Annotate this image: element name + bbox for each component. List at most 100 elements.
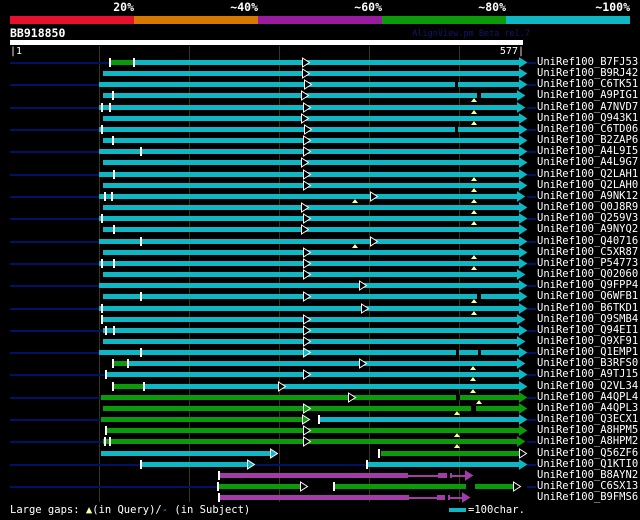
end-arrow-icon <box>517 90 526 102</box>
mid-arrow-icon <box>303 291 312 303</box>
hit-bar[interactable] <box>220 472 408 478</box>
leader-line <box>527 441 536 444</box>
hit-bar-thin[interactable] <box>450 497 462 500</box>
leader-line <box>10 419 101 422</box>
hit-label[interactable]: UniRef100_A9PIG1 <box>537 90 638 101</box>
end-arrow-icon <box>519 112 528 124</box>
leader-line <box>10 195 99 198</box>
end-arrow-icon <box>519 235 528 247</box>
hit-label[interactable]: UniRef100_Q40716 <box>537 235 638 247</box>
alignment-row: UniRef100_Q6WFB1 <box>0 291 640 304</box>
hit-bar[interactable] <box>381 450 519 456</box>
hit-bar[interactable] <box>220 495 409 501</box>
hit-label[interactable]: UniRef100_A8HPM2 <box>537 436 638 447</box>
hit-label[interactable]: UniRef100_B6TKD1 <box>537 302 638 314</box>
hit-bar[interactable] <box>217 484 301 490</box>
ruler-start-label: |1 <box>10 46 23 57</box>
hit-bar[interactable] <box>140 461 248 467</box>
ruler-end-label: 577| <box>499 46 524 57</box>
scale-segment <box>382 16 506 24</box>
hit-bar[interactable] <box>105 372 519 378</box>
hit-label[interactable]: UniRef100_A7NVD7 <box>537 101 638 113</box>
end-arrow-icon <box>517 269 526 280</box>
mid-arrow-icon <box>302 57 311 68</box>
alignment-row: UniRef100_A8HPM2 <box>0 436 640 449</box>
mid-arrow-icon <box>303 436 312 448</box>
gap-tick <box>113 325 115 335</box>
leader-line <box>10 173 99 176</box>
hit-bar[interactable] <box>99 283 519 289</box>
leader-line <box>527 486 536 489</box>
hit-bar[interactable] <box>103 115 519 121</box>
end-arrow-icon <box>519 347 528 359</box>
hit-bar[interactable] <box>127 361 517 367</box>
leader-line <box>527 240 536 243</box>
hit-label[interactable]: UniRef100_B9FMS6 <box>537 492 638 503</box>
subject-gap-dash <box>477 93 481 99</box>
hit-bar[interactable] <box>103 93 517 99</box>
mid-arrow-icon <box>303 425 312 437</box>
gap-tick <box>111 191 113 201</box>
hit-label[interactable]: UniRef100_Q2LAH1 <box>537 168 638 180</box>
gap-tick <box>112 136 114 146</box>
gap-tick <box>112 91 114 101</box>
hit-bar[interactable] <box>113 361 127 367</box>
alignment-row: UniRef100_B6TKD1 <box>0 302 640 315</box>
hit-bar[interactable] <box>101 450 271 456</box>
hit-bar[interactable] <box>110 60 133 65</box>
leader-line <box>527 173 536 176</box>
hit-bar[interactable] <box>143 383 519 389</box>
hit-label[interactable]: UniRef100_A4L9G7 <box>537 157 638 168</box>
hit-bar[interactable] <box>99 238 519 244</box>
hit-bar-thin[interactable] <box>452 474 465 477</box>
subject-gap-dash <box>478 350 481 356</box>
gap-tick <box>105 426 107 436</box>
hit-bar[interactable] <box>103 227 519 233</box>
hit-bar[interactable] <box>335 484 513 490</box>
leader-line <box>527 128 536 131</box>
leader-line <box>10 218 99 221</box>
hit-bar[interactable] <box>103 71 519 77</box>
hit-bar[interactable] <box>437 495 450 501</box>
hit-bar[interactable] <box>133 60 519 65</box>
leader-line <box>527 374 536 377</box>
hit-bar[interactable] <box>99 193 517 199</box>
end-arrow-icon <box>519 68 528 80</box>
hit-bar[interactable] <box>103 160 519 166</box>
hit-bar-thin[interactable] <box>408 474 438 477</box>
end-arrow-icon <box>519 57 528 68</box>
hit-bar[interactable] <box>103 205 519 211</box>
gap-tick <box>127 359 129 369</box>
leader-line <box>10 262 99 265</box>
hit-label[interactable]: UniRef100_A9NYQ2 <box>537 224 638 235</box>
hit-label[interactable]: UniRef100_Q6WFB1 <box>537 291 638 302</box>
hit-bar[interactable] <box>113 383 143 389</box>
hit-bar[interactable] <box>366 461 519 467</box>
hit-label[interactable]: UniRef100_Q2VL34 <box>537 380 638 392</box>
legend-scale-text: =100char. <box>468 504 525 516</box>
mid-arrow-icon <box>304 79 313 91</box>
gap-tick <box>112 381 114 391</box>
hit-bar[interactable] <box>101 417 303 423</box>
leader-line <box>527 352 536 355</box>
end-arrow-icon <box>519 168 528 180</box>
leader-line <box>527 84 536 87</box>
leader-line <box>527 329 536 332</box>
legend-scale: =100char. <box>449 504 525 516</box>
mid-arrow-icon <box>303 403 312 414</box>
leader-line <box>527 307 536 310</box>
mid-arrow-icon <box>301 224 310 236</box>
end-arrow-icon <box>519 79 528 91</box>
hit-bar[interactable] <box>318 417 519 423</box>
gap-tick <box>140 459 142 469</box>
hit-bar-thin[interactable] <box>409 497 437 500</box>
hit-label[interactable]: UniRef100_A9TJ15 <box>537 369 638 380</box>
end-arrow-icon <box>513 481 522 492</box>
hit-bar[interactable] <box>99 305 519 311</box>
end-arrow-icon <box>519 380 528 392</box>
leader-line <box>10 62 110 64</box>
gap-tick <box>140 292 142 302</box>
hit-label[interactable]: UniRef100_Q56ZF6 <box>537 447 638 459</box>
gap-tick <box>140 236 142 246</box>
mid-arrow-icon <box>303 213 312 225</box>
